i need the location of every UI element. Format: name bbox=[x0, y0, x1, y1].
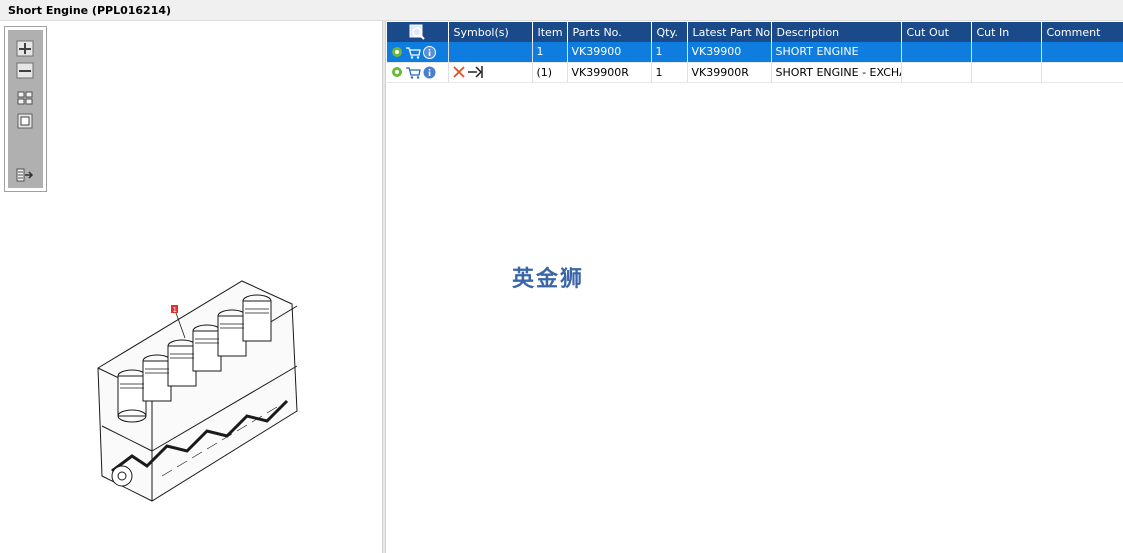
row-actions-cell bbox=[387, 42, 449, 63]
fit-window-button[interactable] bbox=[16, 113, 35, 130]
export-list-icon bbox=[16, 168, 34, 182]
table-row[interactable]: 1 VK39900 1 VK39900 SHORT ENGINE bbox=[387, 42, 1123, 63]
parts-no-cell: VK39900 bbox=[567, 42, 652, 63]
item-cell: (1) bbox=[532, 62, 568, 83]
symbols-cell bbox=[448, 62, 533, 83]
row-actions-cell bbox=[387, 62, 449, 83]
view-toolbar-panel bbox=[8, 30, 43, 188]
item-cell: 1 bbox=[532, 42, 568, 63]
search-list-icon bbox=[409, 24, 425, 40]
engine-drawing[interactable]: 1 bbox=[92, 276, 302, 536]
watermark-logo: 英金狮 bbox=[512, 267, 585, 292]
fit-all-icon bbox=[17, 91, 33, 105]
window-titlebar: Short Engine (PPL016214) bbox=[0, 0, 1123, 21]
cut-out-cell bbox=[901, 42, 972, 63]
cross-icon bbox=[452, 66, 465, 78]
gear-icon[interactable] bbox=[391, 66, 403, 78]
column-header-comment[interactable]: Comment bbox=[1041, 22, 1123, 42]
zoom-out-icon bbox=[16, 62, 34, 79]
window-title: Short Engine (PPL016214) bbox=[8, 4, 172, 17]
fit-window-icon bbox=[17, 113, 33, 129]
column-header-cut-in[interactable]: Cut In bbox=[971, 22, 1042, 42]
column-header-description[interactable]: Description bbox=[771, 22, 902, 42]
parts-list-pane: Symbol(s) Item Parts No. Qty. Latest Par… bbox=[386, 21, 1123, 553]
info-icon[interactable] bbox=[423, 45, 436, 59]
column-header-symbols[interactable]: Symbol(s) bbox=[448, 22, 533, 42]
parts-table: Symbol(s) Item Parts No. Qty. Latest Par… bbox=[387, 22, 1123, 83]
zoom-in-icon bbox=[16, 40, 34, 57]
parts-no-cell: VK39900R bbox=[567, 62, 652, 83]
column-header-parts-no[interactable]: Parts No. bbox=[567, 22, 652, 42]
column-header-cut-out[interactable]: Cut Out bbox=[901, 22, 972, 42]
table-header-row: Symbol(s) Item Parts No. Qty. Latest Par… bbox=[387, 22, 1123, 42]
zoom-out-button[interactable] bbox=[16, 62, 35, 79]
cut-in-cell bbox=[971, 42, 1042, 63]
column-header-item[interactable]: Item bbox=[532, 22, 568, 42]
zoom-in-button[interactable] bbox=[16, 40, 35, 57]
shopping-cart-icon[interactable] bbox=[405, 46, 421, 59]
column-header-qty[interactable]: Qty. bbox=[651, 22, 688, 42]
cut-out-cell bbox=[901, 62, 972, 83]
latest-part-no-cell: VK39900 bbox=[687, 42, 772, 63]
export-list-button[interactable] bbox=[16, 167, 35, 184]
column-header-latest-part-no[interactable]: Latest Part No. bbox=[687, 22, 772, 42]
fit-all-button[interactable] bbox=[16, 90, 35, 107]
symbols-cell bbox=[448, 42, 533, 63]
gear-icon[interactable] bbox=[391, 46, 403, 58]
qty-cell: 1 bbox=[651, 42, 688, 63]
exchange-arrow-icon bbox=[467, 66, 483, 78]
description-cell: SHORT ENGINE bbox=[771, 42, 902, 63]
qty-cell: 1 bbox=[651, 62, 688, 83]
short-engine-illustration: 1 bbox=[97, 280, 298, 502]
description-cell: SHORT ENGINE - EXCHAN bbox=[771, 62, 902, 83]
callout-label: 1 bbox=[173, 306, 177, 314]
table-row[interactable]: (1) VK39900R 1 VK39900R SHORT ENGINE - E… bbox=[387, 62, 1123, 83]
drawing-pane[interactable]: 1 bbox=[0, 21, 382, 553]
latest-part-no-cell: VK39900R bbox=[687, 62, 772, 83]
info-icon[interactable] bbox=[423, 66, 436, 79]
comment-cell bbox=[1041, 42, 1123, 63]
shopping-cart-icon[interactable] bbox=[405, 66, 421, 79]
column-header-search[interactable] bbox=[387, 22, 449, 42]
view-toolbar bbox=[4, 26, 47, 192]
comment-cell bbox=[1041, 62, 1123, 83]
cut-in-cell bbox=[971, 62, 1042, 83]
